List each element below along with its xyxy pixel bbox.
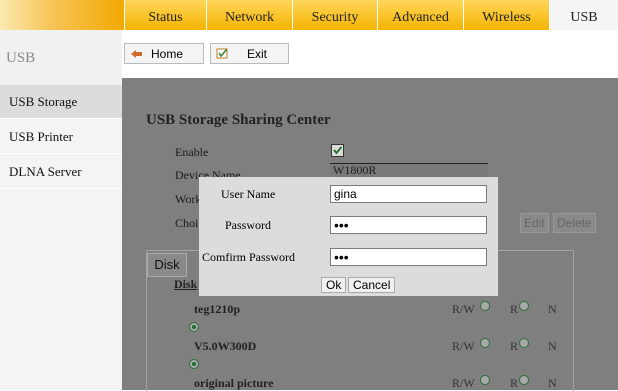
user-credentials-dialog: User Name gina Password ••• Comfirm Pass… xyxy=(199,177,498,296)
confirm-password-input[interactable]: ••• xyxy=(330,248,487,266)
confirm-password-label: Comfirm Password xyxy=(202,250,295,264)
sidebar-title: USB xyxy=(6,50,36,66)
choice-label: Choi xyxy=(175,216,199,230)
sidebar: USB USB Storage USB Printer DLNA Server xyxy=(0,30,122,390)
enable-label: Enable xyxy=(175,145,209,159)
tab-security[interactable]: Security xyxy=(292,0,377,30)
perm-rw-radio[interactable] xyxy=(480,375,490,385)
perm-rw-radio[interactable] xyxy=(480,301,490,311)
edit-button[interactable]: Edit xyxy=(520,213,549,233)
delete-button[interactable]: Delete xyxy=(553,213,596,233)
tab-advanced[interactable]: Advanced xyxy=(377,0,463,30)
sidebar-item-usb-printer[interactable]: USB Printer xyxy=(0,120,122,154)
sidebar-item-usb-storage[interactable]: USB Storage xyxy=(0,85,122,119)
perm-r-label: R xyxy=(510,302,519,316)
device-name-input[interactable]: W1800R xyxy=(330,163,488,177)
disk-name: V5.0W300D xyxy=(194,339,257,353)
disk-name: original picture xyxy=(194,376,274,390)
ok-button[interactable]: Ok xyxy=(321,277,347,293)
sidebar-item-dlna-server[interactable]: DLNA Server xyxy=(0,155,122,189)
perm-rw-label: R/W xyxy=(452,339,475,353)
enable-checkbox[interactable] xyxy=(331,144,344,157)
disk-name: teg1210p xyxy=(194,302,240,316)
perm-rw-radio[interactable] xyxy=(480,338,490,348)
perm-r-label: R xyxy=(510,339,519,353)
disk-select-radio[interactable] xyxy=(189,359,199,369)
tab-network[interactable]: Network xyxy=(206,0,292,30)
perm-r-label: R xyxy=(510,376,519,390)
main-tabs: Status Network Security Advanced Wireles… xyxy=(124,0,618,30)
page-title: USB Storage Sharing Center xyxy=(146,112,331,128)
perm-n-label: N xyxy=(548,339,557,353)
password-label: Password xyxy=(225,218,272,232)
disk-select-radio[interactable] xyxy=(189,322,199,332)
toolbar: Home Exit xyxy=(122,30,618,78)
tab-status[interactable]: Status xyxy=(124,0,206,30)
perm-r-radio[interactable] xyxy=(519,301,529,311)
tab-usb[interactable]: USB xyxy=(549,0,618,30)
workgroup-label: Work xyxy=(175,192,202,206)
home-icon xyxy=(131,50,142,58)
exit-button[interactable]: Exit xyxy=(210,43,289,64)
check-icon xyxy=(333,146,343,155)
tab-disk[interactable]: Disk xyxy=(147,253,187,277)
brand-logo xyxy=(0,0,124,30)
perm-r-radio[interactable] xyxy=(519,375,529,385)
tab-wireless[interactable]: Wireless xyxy=(463,0,549,30)
home-button[interactable]: Home xyxy=(124,43,204,64)
perm-rw-label: R/W xyxy=(452,302,475,316)
perm-r-radio[interactable] xyxy=(519,338,529,348)
perm-n-label: N xyxy=(548,302,557,316)
exit-icon xyxy=(216,48,228,59)
home-button-label: Home xyxy=(151,47,184,61)
user-name-input[interactable]: gina xyxy=(330,185,487,203)
exit-button-label: Exit xyxy=(247,47,268,61)
perm-n-label: N xyxy=(548,376,557,390)
password-input[interactable]: ••• xyxy=(330,216,487,234)
user-name-label: User Name xyxy=(221,187,276,201)
perm-rw-label: R/W xyxy=(452,376,475,390)
disk-column-header: Disk xyxy=(174,277,198,291)
cancel-button[interactable]: Cancel xyxy=(348,277,396,293)
